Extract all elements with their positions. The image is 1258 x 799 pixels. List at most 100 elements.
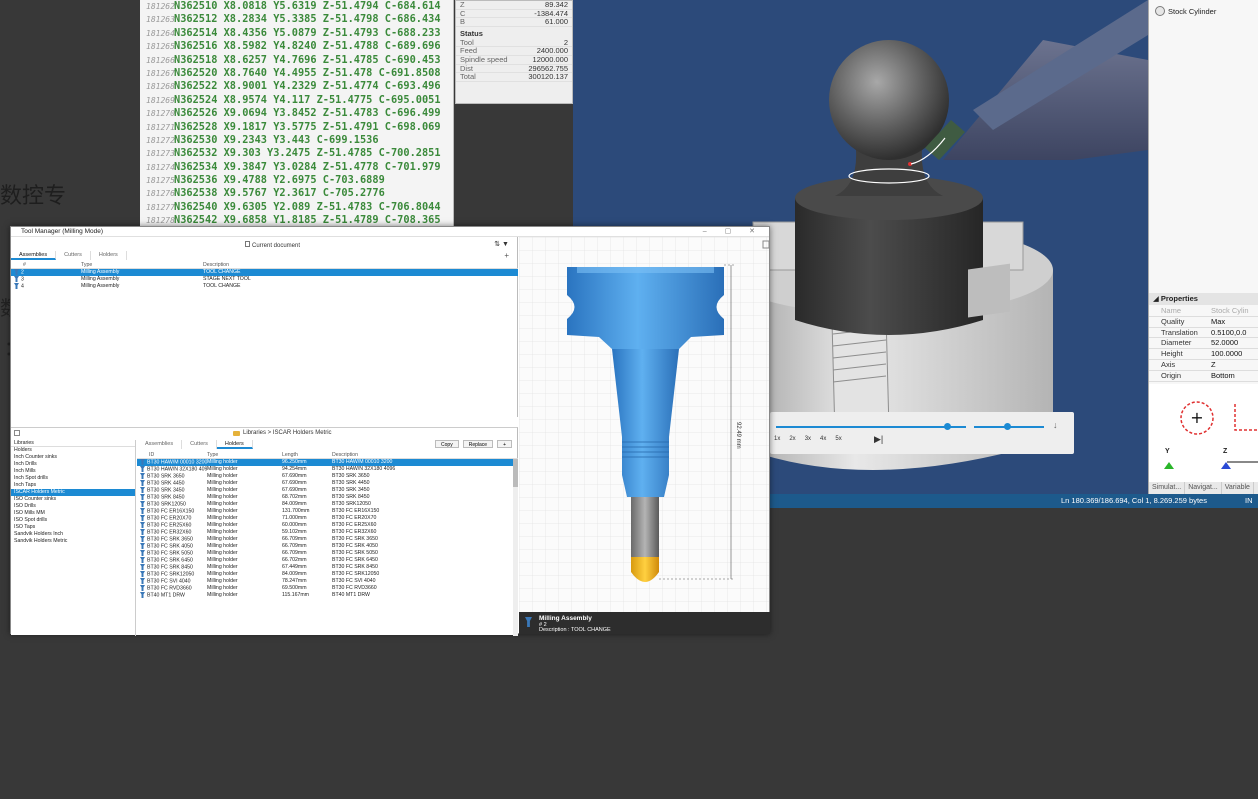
gcode-line[interactable]: 181264N362514 X8.4356 Y5.0879 Z-51.4793 … bbox=[140, 27, 453, 40]
column-header[interactable]: ID bbox=[137, 451, 207, 458]
speed-button[interactable]: 5x bbox=[835, 436, 841, 442]
table-row[interactable]: BT40 MT1 DRW Milling holder 115.167mm BT40 … bbox=[137, 592, 518, 599]
table-row[interactable]: 2 Milling Assembly TOOL CHANGE bbox=[11, 269, 518, 276]
lib-tab-holders[interactable]: Holders bbox=[216, 440, 253, 449]
column-header[interactable]: Description bbox=[203, 261, 518, 268]
gcode-line[interactable]: 181262N362510 X8.0818 Y5.6319 Z-51.4794 … bbox=[140, 0, 453, 13]
gcode-line[interactable]: 181265N362516 X8.5982 Y4.8240 Z-51.4788 … bbox=[140, 40, 453, 53]
tab-holders[interactable]: Holders bbox=[91, 251, 127, 260]
scrollbar[interactable] bbox=[513, 459, 518, 636]
library-item[interactable]: Inch Taps bbox=[11, 482, 135, 489]
gcode-line[interactable]: 181276N362538 X9.5767 Y2.3617 C-705.2776 bbox=[140, 187, 453, 200]
add-assembly-icon[interactable]: + bbox=[504, 251, 509, 260]
table-row[interactable]: BT30 SRK 8450 Milling holder 68.702mm BT30 … bbox=[137, 494, 518, 501]
table-row[interactable]: BT30 FC ER32X60 Milling holder 59.102mm BT3… bbox=[137, 529, 518, 536]
table-row[interactable]: BT30 SRK 3450 Milling holder 67.690mm BT30 … bbox=[137, 487, 518, 494]
column-header[interactable]: Type bbox=[207, 451, 282, 458]
library-item[interactable]: ISO Taps bbox=[11, 524, 135, 531]
table-row[interactable]: BT30 FC ER20X70 Milling holder 71.000mm BT3… bbox=[137, 515, 518, 522]
library-item[interactable]: ISO Spot drills bbox=[11, 517, 135, 524]
window-controls[interactable]: – ▢ ✕ bbox=[703, 227, 763, 235]
library-item[interactable]: Holders bbox=[11, 447, 135, 454]
library-item[interactable]: Sandvik Holders Inch bbox=[11, 531, 135, 538]
table-row[interactable]: BT30 FC RVD3660 Milling holder 69.500mm BT3… bbox=[137, 585, 518, 592]
action-replace-button[interactable]: Replace bbox=[462, 440, 494, 448]
table-row[interactable]: BT30 SRK 3650 Milling holder 67.690mm BT30 … bbox=[137, 473, 518, 480]
action-copy-button[interactable]: Copy bbox=[435, 440, 459, 448]
column-header[interactable]: Description bbox=[332, 451, 512, 458]
table-row[interactable]: BT30 FC SRK 6450 Milling holder 66.702mm BT… bbox=[137, 557, 518, 564]
action-add-button[interactable]: + bbox=[497, 440, 512, 448]
panel-tab[interactable]: Navigat... bbox=[1185, 482, 1222, 494]
gcode-line[interactable]: 181270N362526 X9.0694 Y3.8452 Z-51.4783 … bbox=[140, 107, 453, 120]
step-forward-icon[interactable]: ▶| bbox=[874, 434, 883, 445]
panel-tab[interactable]: Variable bbox=[1222, 482, 1254, 494]
table-row[interactable]: BT30 FC SRK12050 Milling holder 84.009mm BT… bbox=[137, 571, 518, 578]
column-header[interactable]: Type bbox=[81, 261, 203, 268]
speed-button[interactable]: 3x bbox=[805, 436, 811, 442]
lib-tab-cutters[interactable]: Cutters bbox=[182, 440, 217, 449]
property-row[interactable]: Translation 0.5100,0.0 bbox=[1149, 328, 1258, 339]
table-row[interactable]: BT30 FC SRK 8450 Milling holder 67.449mm BT… bbox=[137, 564, 518, 571]
library-item[interactable]: Inch Counter sinks bbox=[11, 454, 135, 461]
property-row[interactable]: Axis Z bbox=[1149, 360, 1258, 371]
table-row[interactable]: BT30 FC SRK 4050 Milling holder 66.709mm BT… bbox=[137, 543, 518, 550]
tab-cutters[interactable]: Cutters bbox=[56, 251, 91, 260]
gcode-line[interactable]: 181268N362522 X8.9001 Y4.2329 Z-51.4774 … bbox=[140, 80, 453, 93]
table-row[interactable]: 4 Milling Assembly TOOL CHANGE bbox=[11, 283, 518, 290]
property-row[interactable]: Quality Max bbox=[1149, 317, 1258, 328]
gcode-line[interactable]: 181275N362536 X9.4788 Y2.6975 C-703.6889 bbox=[140, 174, 453, 187]
properties-header[interactable]: ◢ Properties bbox=[1149, 293, 1258, 305]
speed-button[interactable]: 4x bbox=[820, 436, 826, 442]
table-row[interactable]: BT30 FC ER16X150 Milling holder 131.700mm B… bbox=[137, 508, 518, 515]
tree-item-stock-cylinder[interactable]: Stock Cylinder bbox=[1155, 6, 1216, 16]
gcode-line[interactable]: 181274N362534 X9.3847 Y3.0284 Z-51.4778 … bbox=[140, 161, 453, 174]
panel-toggle-icon[interactable] bbox=[14, 430, 20, 436]
property-row[interactable]: Diameter 52.0000 bbox=[1149, 338, 1258, 350]
table-row[interactable]: BT30 FC SRK 5050 Milling holder 66.709mm BT… bbox=[137, 550, 518, 557]
library-item[interactable]: Inch Drills bbox=[11, 461, 135, 468]
gcode-line[interactable]: 181271N362528 X9.1817 Y3.5775 Z-51.4791 … bbox=[140, 121, 453, 134]
sort-icon[interactable]: ⇅ ▼ bbox=[494, 240, 509, 248]
library-item[interactable]: ISCAR Holders Metric bbox=[11, 489, 135, 496]
holder-id: BT40 MT1 DRW bbox=[137, 592, 207, 599]
library-item[interactable]: Inch Spot drills bbox=[11, 475, 135, 482]
gcode-line[interactable]: 181263N362512 X8.2834 Y5.3385 Z-51.4798 … bbox=[140, 13, 453, 26]
column-header[interactable]: Length bbox=[282, 451, 332, 458]
property-row[interactable]: Origin Bottom bbox=[1149, 371, 1258, 382]
library-item[interactable]: ISO Drills bbox=[11, 503, 135, 510]
table-row[interactable]: BT30 HAW/M 00010 3200 Milling holder 96.25… bbox=[137, 459, 518, 466]
property-row[interactable]: Name Stock Cylin bbox=[1149, 306, 1258, 317]
table-row[interactable]: BT30 SRK12050 Milling holder 84.009mm BT30 … bbox=[137, 501, 518, 508]
table-row[interactable]: BT30 FC SVI 4040 Milling holder 78.247mm BT… bbox=[137, 578, 518, 585]
table-row[interactable]: BT30 HAW/N 32X180 4096 Milling holder 94.2… bbox=[137, 466, 518, 473]
progress-handle[interactable] bbox=[944, 423, 951, 430]
gcode-line[interactable]: 181272N362530 X9.2343 Y3.443 C-699.1536 bbox=[140, 134, 453, 147]
scrollbar-thumb[interactable] bbox=[513, 459, 518, 487]
speed-button[interactable]: 2x bbox=[789, 436, 795, 442]
panel-tab[interactable]: Simulat... bbox=[1149, 482, 1186, 494]
table-row[interactable]: BT30 FC SRK 3650 Milling holder 66.709mm BT… bbox=[137, 536, 518, 543]
library-item[interactable]: Sandvik Holders Metric bbox=[11, 538, 135, 545]
gcode-line[interactable]: 181277N362540 X9.6305 Y2.089 Z-51.4783 C… bbox=[140, 201, 453, 214]
library-item[interactable]: ISO Mills MM bbox=[11, 510, 135, 517]
library-item[interactable]: ISO Counter sinks bbox=[11, 496, 135, 503]
gcode-line[interactable]: 181269N362524 X8.9574 Y4.117 Z-51.4775 C… bbox=[140, 94, 453, 107]
table-row[interactable]: BT30 FC ER25X60 Milling holder 60.000mm BT3… bbox=[137, 522, 518, 529]
speed-button[interactable]: 1x bbox=[774, 436, 780, 442]
lib-tab-assemblies[interactable]: Assemblies bbox=[137, 440, 183, 449]
gcode-line[interactable]: 181266N362518 X8.6257 Y4.7696 Z-51.4785 … bbox=[140, 54, 453, 67]
gcode-line[interactable]: 181273N362532 X9.303 Y3.2475 Z-51.4785 C… bbox=[140, 147, 453, 160]
table-row[interactable]: 3 Milling Assembly STAGE NEXT TOOL bbox=[11, 276, 518, 283]
tab-assemblies[interactable]: Assemblies bbox=[11, 251, 57, 260]
assembly-name: Milling Assembly bbox=[539, 615, 592, 622]
column-header[interactable]: # bbox=[11, 261, 81, 268]
gcode-line[interactable]: 181267N362520 X8.7640 Y4.4955 Z-51.478 C… bbox=[140, 67, 453, 80]
download-icon[interactable]: ↓ bbox=[1053, 420, 1058, 430]
table-row[interactable]: BT30 SRK 4450 Milling holder 67.690mm BT30 … bbox=[137, 480, 518, 487]
property-row[interactable]: Height 100.0000 bbox=[1149, 349, 1258, 360]
progress-track[interactable] bbox=[776, 426, 966, 428]
speed-handle[interactable] bbox=[1004, 423, 1011, 430]
library-item[interactable]: Inch Mills bbox=[11, 468, 135, 475]
gcode-editor[interactable]: 181262N362510 X8.0818 Y5.6319 Z-51.4794 … bbox=[140, 0, 454, 228]
